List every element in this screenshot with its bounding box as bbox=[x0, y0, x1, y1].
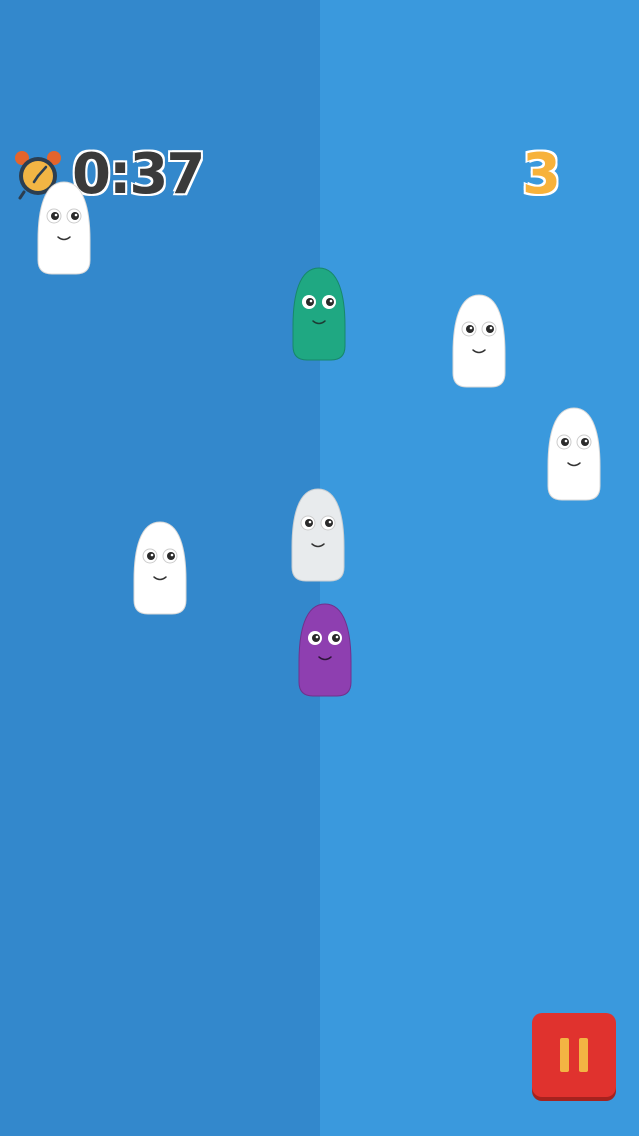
right-play-area[interactable] bbox=[320, 0, 639, 1136]
blob-green[interactable] bbox=[292, 266, 346, 362]
blob-white[interactable] bbox=[37, 180, 91, 276]
blob-white[interactable] bbox=[547, 406, 601, 502]
timer-text: 0:37 bbox=[72, 141, 205, 207]
pause-button[interactable] bbox=[532, 1013, 616, 1097]
score: 3 bbox=[522, 142, 561, 207]
blob-purple[interactable] bbox=[298, 602, 352, 698]
blob-white[interactable] bbox=[452, 293, 506, 389]
pause-icon-bar bbox=[579, 1038, 588, 1072]
pause-icon bbox=[560, 1038, 569, 1072]
blob-white[interactable] bbox=[133, 520, 187, 616]
blob-gray[interactable] bbox=[291, 487, 345, 583]
